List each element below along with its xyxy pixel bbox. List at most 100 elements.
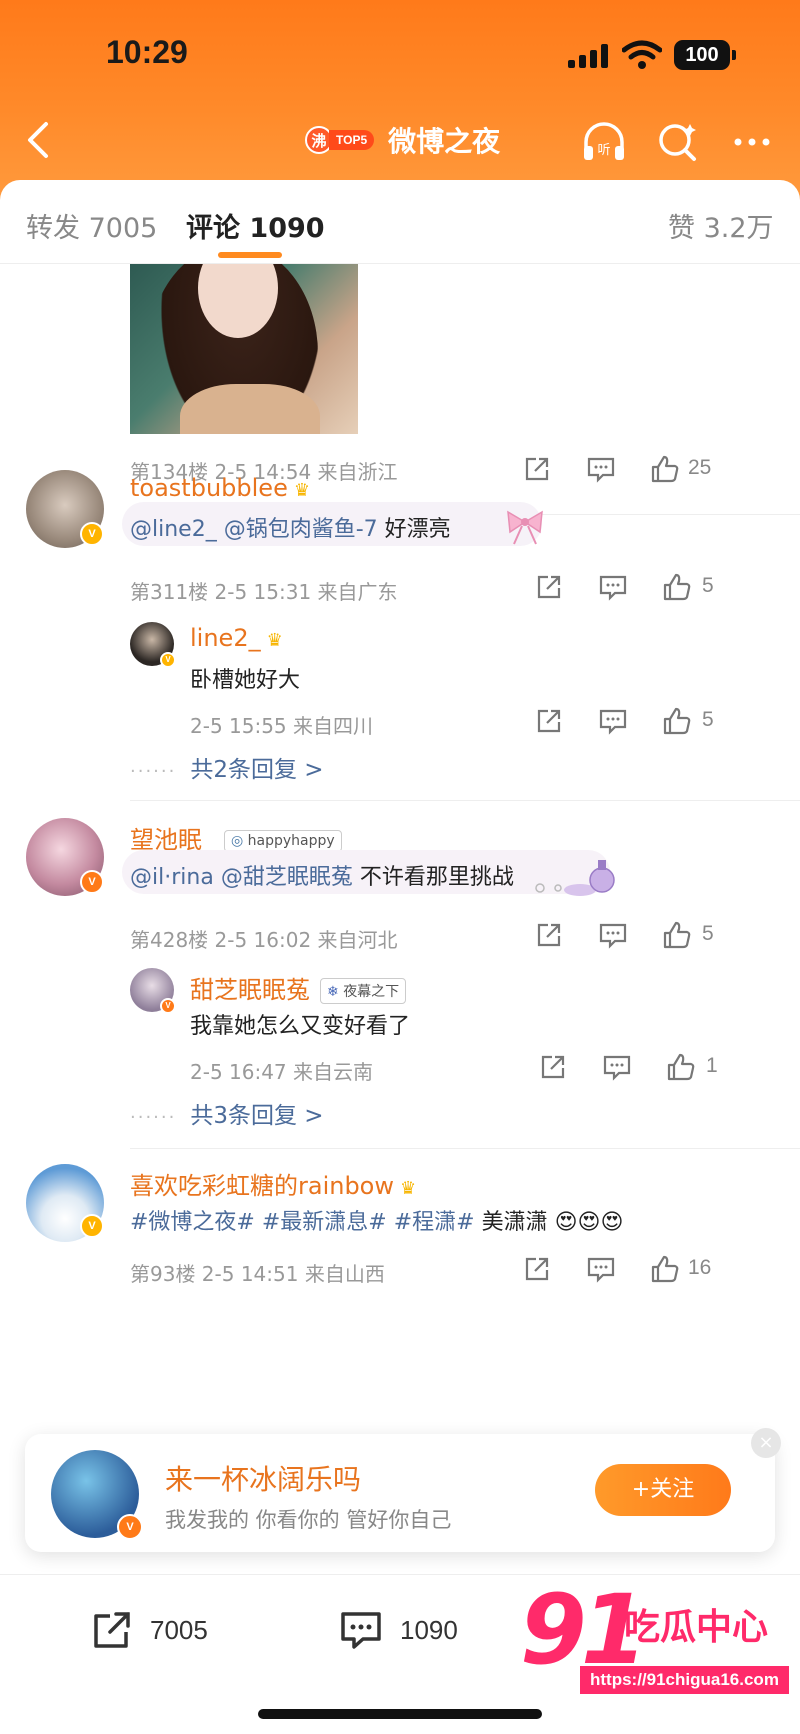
dots-icon: ······ bbox=[130, 761, 177, 782]
reply-meta: 2-5 16:47 来自云南 bbox=[190, 1060, 374, 1084]
mention-link[interactable]: @line2_ bbox=[130, 517, 217, 542]
comment-actions: 25 bbox=[470, 454, 800, 494]
divider bbox=[130, 1148, 800, 1149]
verified-badge-icon: V bbox=[80, 1214, 104, 1238]
comment-actions: 5 bbox=[470, 572, 800, 612]
like-icon[interactable] bbox=[650, 454, 680, 484]
status-bar: 10:29 100 bbox=[0, 30, 800, 80]
search-icon[interactable] bbox=[654, 118, 702, 166]
share-icon[interactable] bbox=[534, 706, 564, 736]
like-icon[interactable] bbox=[662, 706, 692, 736]
user-tag: ❄ 夜幕之下 bbox=[320, 978, 407, 1004]
comment-actions: 16 bbox=[470, 1254, 800, 1294]
comment-icon[interactable] bbox=[598, 706, 628, 736]
crown-icon: ♛ bbox=[266, 630, 283, 651]
reply-actions: 5 bbox=[470, 706, 800, 746]
share-icon[interactable] bbox=[538, 1052, 568, 1082]
more-replies-link[interactable]: ······ 共2条回复 > bbox=[130, 750, 324, 784]
reply-username[interactable]: line2_ ♛ bbox=[190, 624, 283, 652]
verified-badge-icon: V bbox=[160, 998, 176, 1014]
crown-icon: ♛ bbox=[400, 1178, 417, 1199]
share-icon[interactable] bbox=[522, 454, 552, 484]
like-icon[interactable] bbox=[650, 1254, 680, 1284]
repost-button[interactable]: 7005 bbox=[90, 1605, 208, 1655]
emoji-heart-eyes-icon: 😍😍😍 bbox=[554, 1210, 624, 1235]
tab-likes[interactable]: 赞 3.2万 bbox=[668, 206, 774, 245]
tab-likes-count: 3.2万 bbox=[703, 213, 774, 244]
like-count: 5 bbox=[702, 922, 714, 945]
user-tag-text: 夜幕之下 bbox=[343, 984, 400, 1000]
comment-icon[interactable] bbox=[586, 454, 616, 484]
verified-badge-icon: V bbox=[117, 1514, 143, 1540]
username-text: line2_ bbox=[190, 624, 261, 652]
comment-icon[interactable] bbox=[598, 572, 628, 602]
headphones-listen-icon[interactable]: 听 bbox=[580, 118, 628, 166]
svg-text:听: 听 bbox=[597, 143, 610, 158]
cellular-signal-icon bbox=[568, 44, 610, 68]
verified-badge-icon: V bbox=[160, 652, 176, 668]
reply-username[interactable]: 甜芝眠眠菟 ❄ 夜幕之下 bbox=[190, 970, 407, 1005]
username-text: 甜芝眠眠菟 bbox=[190, 976, 310, 1004]
suggested-user-bio: 我发我的 你看你的 管好你自己 bbox=[165, 1508, 452, 1532]
spiral-icon: ◎ bbox=[231, 833, 244, 849]
share-icon[interactable] bbox=[534, 920, 564, 950]
suggested-user-name[interactable]: 来一杯冰阔乐吗 bbox=[165, 1458, 361, 1498]
comment-icon[interactable] bbox=[602, 1052, 632, 1082]
home-indicator[interactable] bbox=[258, 1709, 542, 1719]
page-title: 微博之夜 bbox=[388, 125, 501, 158]
comment-text: #微博之夜# #最新潇息# #程潇# 美潇潇 😍😍😍 bbox=[130, 1204, 623, 1236]
mention-link[interactable]: @甜芝眠眠菟 bbox=[221, 865, 353, 890]
like-icon[interactable] bbox=[662, 920, 692, 950]
comment-username[interactable]: 喜欢吃彩虹糖的rainbow ♛ bbox=[130, 1166, 416, 1201]
tab-comments-label: 评论 bbox=[186, 213, 240, 244]
reply-meta: 2-5 15:55 来自四川 bbox=[190, 714, 374, 738]
comment-bubble-icon bbox=[341, 1612, 381, 1649]
comment-meta: 第93楼 2-5 14:51 来自山西 bbox=[130, 1262, 385, 1286]
bow-decoration-icon bbox=[507, 510, 543, 545]
comment-icon[interactable] bbox=[586, 1254, 616, 1284]
snowflake-icon: ❄ bbox=[327, 984, 339, 1000]
like-icon[interactable] bbox=[666, 1052, 696, 1082]
comment-meta: 第311楼 2-5 15:31 来自广东 bbox=[130, 580, 398, 604]
wifi-icon bbox=[622, 40, 662, 69]
watermark-url: https://91chigua16.com bbox=[580, 1666, 789, 1694]
app-header: 10:29 100 沸 TOP5 微博之夜 听 bbox=[0, 0, 800, 200]
like-count: 16 bbox=[688, 1256, 712, 1279]
back-arrow-icon[interactable] bbox=[20, 120, 56, 160]
like-count: 1 bbox=[706, 1054, 718, 1077]
share-icon[interactable] bbox=[534, 572, 564, 602]
username-text: toastbubblee bbox=[130, 474, 288, 502]
comment-image[interactable] bbox=[130, 264, 358, 434]
username-text: 喜欢吃彩虹糖的rainbow bbox=[130, 1172, 394, 1200]
watermark-text: 吃瓜中心 bbox=[624, 1607, 769, 1648]
potion-decoration-icon bbox=[535, 860, 615, 896]
tab-comments-count: 1090 bbox=[249, 213, 325, 244]
tab-repost-label: 转发 bbox=[26, 213, 80, 244]
verified-badge-icon: V bbox=[80, 522, 104, 546]
hashtag-link[interactable]: #微博之夜# #最新潇息# #程潇# bbox=[130, 1210, 475, 1235]
comment-meta: 第428楼 2-5 16:02 来自河北 bbox=[130, 928, 398, 952]
user-tag-text: happyhappy bbox=[247, 833, 335, 849]
follow-button[interactable]: +关注 bbox=[595, 1464, 731, 1516]
comment-text: @il·rina @甜芝眠眠菟 不许看那里挑战 bbox=[130, 859, 514, 891]
comment-icon[interactable] bbox=[598, 920, 628, 950]
comment-button[interactable]: 1090 bbox=[338, 1605, 458, 1655]
mention-link[interactable]: @锅包肉酱鱼-7 bbox=[224, 517, 378, 542]
comment-username[interactable]: toastbubblee ♛ bbox=[130, 474, 310, 502]
like-count: 5 bbox=[702, 574, 714, 597]
tab-repost[interactable]: 转发 7005 bbox=[26, 206, 157, 245]
hot-topic-title[interactable]: 沸 TOP5 微博之夜 bbox=[305, 120, 500, 160]
site-watermark: 91 吃瓜中心 https://91chigua16.com bbox=[520, 1574, 800, 1704]
status-time: 10:29 bbox=[106, 34, 188, 70]
more-replies-link[interactable]: ······ 共3条回复 > bbox=[130, 1096, 324, 1130]
active-tab-indicator bbox=[218, 252, 282, 258]
close-icon[interactable]: × bbox=[751, 1428, 781, 1458]
tab-comments[interactable]: 评论 1090 bbox=[186, 206, 325, 245]
mention-link[interactable]: @il·rina bbox=[130, 865, 214, 890]
post-tabs: 转发 7005 评论 1090 赞 3.2万 bbox=[0, 180, 800, 264]
hot-rank-label: TOP5 bbox=[329, 130, 375, 150]
share-icon[interactable] bbox=[522, 1254, 552, 1284]
more-options-icon[interactable] bbox=[728, 118, 776, 166]
reply-text: 卧槽她好大 bbox=[190, 668, 301, 693]
like-icon[interactable] bbox=[662, 572, 692, 602]
